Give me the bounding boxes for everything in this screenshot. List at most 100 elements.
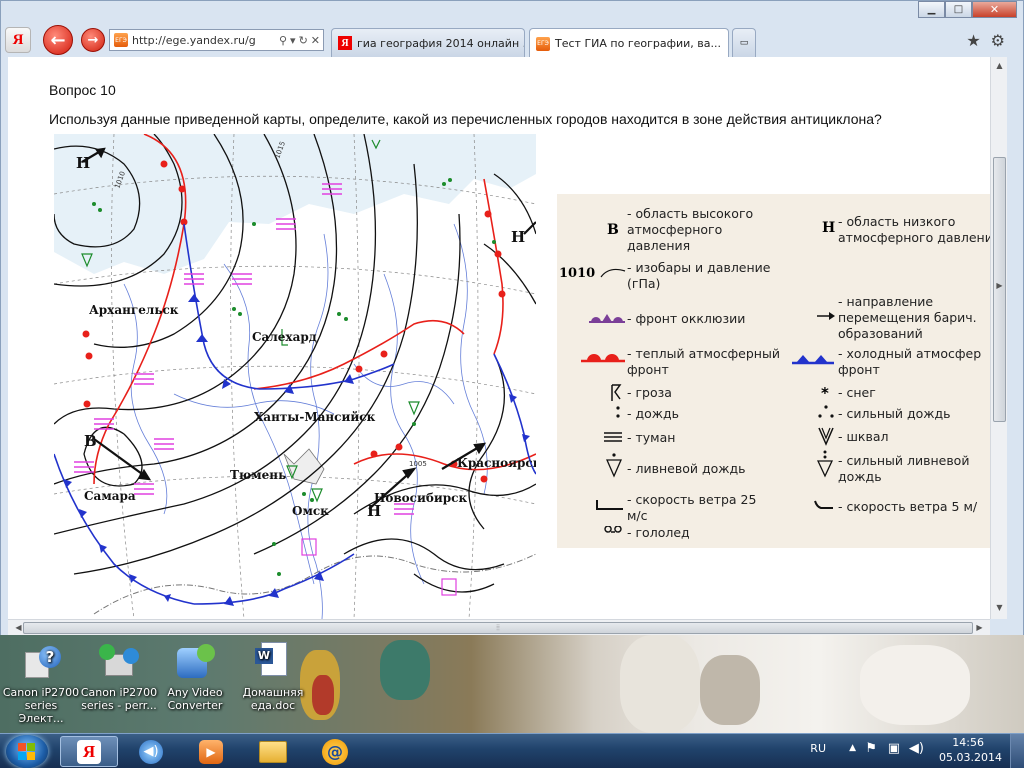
forward-button[interactable]: → [81, 28, 105, 52]
close-tab-icon[interactable]: ✕ [727, 37, 728, 50]
scroll-right-icon[interactable]: ▶ [991, 281, 1008, 290]
mail-at-icon: @ [322, 738, 348, 765]
legend-isobar-value: 1010 [559, 266, 596, 281]
favorites-star-icon[interactable]: ★ [966, 31, 980, 50]
close-window-button[interactable]: ✕ [972, 1, 1017, 18]
address-text[interactable]: http://ege.yandex.ru/g [132, 34, 276, 47]
legend-occlusion-label: - фронт окклюзии [627, 311, 746, 326]
map-legend: В - область высокого атмосферного давления… [557, 194, 990, 548]
scroll-up-icon[interactable]: ▲ [991, 61, 1008, 70]
legend-squall-label: - шквал [838, 429, 889, 444]
yandex-tab-icon: Я [338, 36, 352, 50]
legend-low-symbol: Н [822, 220, 836, 236]
warm-front-icon [581, 354, 625, 363]
taskbar-yandex-browser[interactable]: Я [60, 736, 118, 767]
network-icon[interactable]: ▣ [888, 741, 900, 756]
navigation-bar: Я ← → ЕГЭ http://ege.yandex.ru/g ⚲ ▾ ↻ ✕… [1, 23, 1023, 58]
legend-wind5-label: - скорость ветра 5 м/ [838, 499, 978, 514]
taskbar-volume-app[interactable]: ◀) [122, 736, 180, 767]
heavy-shower-icon [816, 450, 834, 478]
desktop-icon-homemade-food-doc[interactable]: W Домашняя еда.doc [234, 640, 312, 712]
speaker-icon: ◀) [139, 739, 163, 764]
legend-wind25-label: - скорость ветра 25 м/с [627, 492, 757, 523]
page-content: Вопрос 10 Используя данные приведенной к… [8, 57, 990, 619]
shower-icon [606, 453, 622, 478]
map-low-pressure-letter: Н [76, 154, 90, 172]
dropdown-icon[interactable]: ▾ [290, 34, 296, 47]
folder-icon [259, 740, 287, 763]
isobar-label: 1005 [409, 460, 427, 468]
scroll-down-icon[interactable]: ▼ [991, 603, 1008, 612]
vertical-scrollbar[interactable]: ▲ ▶ ▼ [990, 57, 1007, 619]
new-tab-button[interactable]: ▭ [732, 28, 756, 57]
tab-gia-search[interactable]: Я гиа география 2014 онлайн ... [331, 28, 525, 57]
tray-expand-icon[interactable]: ▲ [849, 743, 856, 753]
media-player-icon: ▶ [199, 739, 223, 764]
ice-icon [604, 526, 622, 533]
scroll-right-arrow-icon[interactable]: ▶ [971, 623, 988, 632]
city-label-khanty-mansiysk: Ханты-Мансийск [254, 410, 376, 424]
legend-shower-label: - ливневой дождь [627, 461, 746, 476]
city-label-samara: Самара [84, 489, 136, 503]
ege-tab-icon: ЕГЭ [536, 36, 550, 51]
search-icon[interactable]: ⚲ [279, 34, 287, 47]
clock-date[interactable]: 05.03.2014 [939, 751, 1002, 764]
back-arrow-icon: ← [50, 29, 66, 51]
city-label-krasnoyarsk: Красноярск [457, 456, 536, 470]
start-button[interactable] [6, 735, 48, 768]
site-favicon-icon: ЕГЭ [114, 33, 128, 47]
squall-icon [818, 427, 834, 446]
legend-high-label: - область высокого атмосферного давления [627, 206, 754, 253]
direction-arrow-icon [817, 312, 835, 320]
tab-gia-test[interactable]: ЕГЭ Тест ГИА по географии, ва... ✕ [529, 28, 729, 58]
legend-heavy-rain-label: - сильный дождь [838, 406, 951, 421]
stop-icon[interactable]: ✕ [311, 34, 320, 47]
thunderstorm-icon [611, 384, 622, 401]
wind-5-icon [814, 500, 833, 509]
minimize-button[interactable]: ▁ [918, 1, 945, 18]
horizontal-scroll-thumb[interactable]: ⦙⦙ [23, 622, 973, 634]
desktop-icon-any-video-converter[interactable]: Any Video Converter [156, 640, 234, 712]
tab-label: гиа география 2014 онлайн ... [357, 36, 525, 50]
occlusion-front-icon [589, 314, 625, 323]
legend-snow-label: - снег [838, 385, 876, 400]
speaker-tray-icon[interactable]: ◀) [909, 741, 924, 756]
city-label-tyumen: Тюмень [230, 468, 286, 482]
legend-isobar-label: - изобары и давление (гПа) [627, 260, 771, 291]
tab-label: Тест ГИА по географии, ва... [555, 37, 722, 50]
clock-time[interactable]: 14:56 [952, 736, 984, 749]
yandex-logo-button[interactable]: Я [5, 27, 31, 53]
rain-icon [616, 406, 620, 418]
show-desktop-button[interactable] [1010, 734, 1024, 768]
printer-help-icon: ? [21, 642, 61, 682]
desktop-icon-canon-electronic[interactable]: ? Canon iP2700 series Элект... [2, 640, 80, 725]
address-bar[interactable]: ЕГЭ http://ege.yandex.ru/g ⚲ ▾ ↻ ✕ [109, 29, 324, 51]
city-label-novosibirsk: Новосибирск [374, 491, 467, 505]
city-label-omsk: Омск [292, 504, 329, 518]
new-tab-icon: ▭ [739, 38, 749, 48]
fog-icon [604, 432, 622, 442]
taskbar: Я ◀) ▶ @ RU ▲ ⚑ ▣ ◀) 14:56 05.03.2014 [0, 733, 1024, 768]
forward-arrow-icon: → [87, 32, 99, 48]
legend-high-symbol: В [607, 222, 619, 238]
refresh-icon[interactable]: ↻ [299, 34, 308, 47]
legend-low-label: - область низкого атмосферного давлени [838, 214, 990, 245]
synoptic-map: Н Н В Н Архангельск Салехард Ханты-Манси… [54, 134, 536, 619]
legend-warm-label: - теплый атмосферный фронт [627, 346, 780, 377]
language-indicator[interactable]: RU [810, 742, 826, 755]
back-button[interactable]: ← [43, 25, 73, 55]
taskbar-explorer[interactable] [244, 736, 302, 767]
flag-icon[interactable]: ⚑ [865, 741, 877, 756]
taskbar-media-player[interactable]: ▶ [182, 736, 240, 767]
city-label-salekhard: Салехард [252, 330, 317, 344]
maximize-button[interactable]: □ [945, 1, 972, 18]
video-converter-icon [175, 642, 215, 682]
heavy-rain-icon [818, 405, 834, 418]
horizontal-scrollbar[interactable]: ◀ ⦙⦙ ▶ [8, 619, 990, 636]
taskbar-mail-agent[interactable]: @ [306, 736, 364, 767]
desktop-icon-canon-perr[interactable]: Canon iP2700 series - perr... [80, 640, 158, 712]
legend-cold-label: - холодный атмосфер фронт [838, 346, 982, 377]
windows-logo-icon [18, 743, 35, 760]
settings-gear-icon[interactable]: ⚙ [991, 31, 1005, 50]
word-document-icon: W [253, 642, 293, 682]
